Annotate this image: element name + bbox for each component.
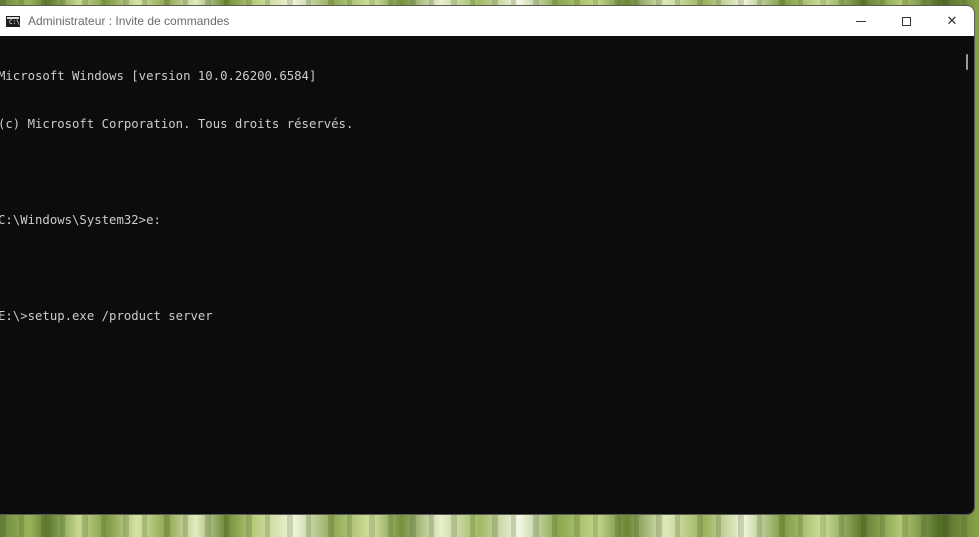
minimize-button[interactable] xyxy=(838,6,884,36)
console-line: (c) Microsoft Corporation. Tous droits r… xyxy=(0,117,354,131)
console-line: E:\>setup.exe /product server xyxy=(0,309,213,323)
scrollbar-thumb[interactable] xyxy=(966,54,968,70)
vertical-scrollbar[interactable] xyxy=(962,36,974,514)
close-button[interactable]: ✕ xyxy=(929,6,974,36)
maximize-icon xyxy=(901,16,911,26)
cmd-icon-glyph: C:\. xyxy=(9,19,24,26)
title-bar[interactable]: C:\. Administrateur : Invite de commande… xyxy=(0,6,974,36)
maximize-button[interactable] xyxy=(883,6,929,36)
cmd-icon: C:\. xyxy=(6,16,24,27)
console-line: Microsoft Windows [version 10.0.26200.65… xyxy=(0,69,317,83)
close-icon: ✕ xyxy=(946,13,958,29)
console-line: C:\Windows\System32>e: xyxy=(0,213,161,227)
command-prompt-window[interactable]: C:\. Administrateur : Invite de commande… xyxy=(0,5,975,515)
window-title: Administrateur : Invite de commandes xyxy=(28,14,230,28)
minimize-icon xyxy=(856,20,866,22)
console-output[interactable]: Microsoft Windows [version 10.0.26200.65… xyxy=(0,36,958,514)
